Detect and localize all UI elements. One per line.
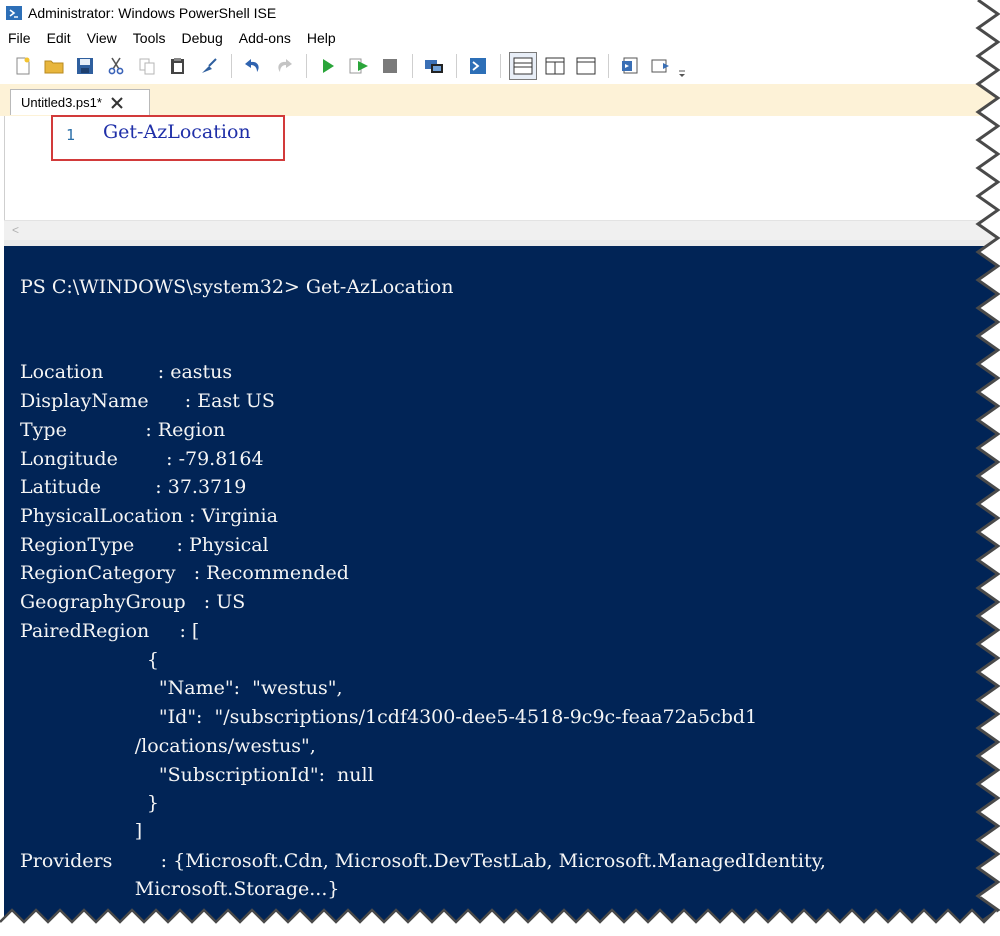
clear-icon bbox=[202, 58, 217, 73]
toolbar-separator bbox=[411, 54, 413, 78]
console-output-line: RegionCategory : Recommended bbox=[20, 562, 349, 584]
remote-icon bbox=[425, 60, 443, 73]
console-output-line: Providers : {Microsoft.Cdn, Microsoft.De… bbox=[20, 850, 826, 872]
console-output-line: "SubscriptionId": null bbox=[20, 764, 374, 786]
console-pane[interactable]: PS C:\WINDOWS\system32> Get-AzLocation Lo… bbox=[4, 246, 1000, 936]
torn-edge-bottom bbox=[0, 908, 1000, 936]
clear-pane-button[interactable] bbox=[196, 53, 222, 79]
console-output-line: PairedRegion : [ bbox=[20, 620, 200, 642]
console-output-line: } bbox=[20, 792, 159, 814]
menu-tools[interactable]: Tools bbox=[125, 30, 174, 46]
show-script-pane-top-button[interactable] bbox=[509, 52, 537, 80]
torn-edge-right bbox=[975, 0, 1000, 936]
console-output-line: Latitude : 37.3719 bbox=[20, 476, 247, 498]
command-addon-icon bbox=[622, 57, 638, 74]
menu-file[interactable]: File bbox=[0, 30, 39, 46]
cut-button[interactable] bbox=[103, 53, 129, 79]
stop-button[interactable] bbox=[377, 53, 403, 79]
cut-icon bbox=[108, 57, 124, 75]
copy-button[interactable] bbox=[134, 53, 160, 79]
menu-debug[interactable]: Debug bbox=[173, 30, 230, 46]
new-file-button[interactable] bbox=[10, 53, 36, 79]
annotation-highlight-box bbox=[51, 115, 285, 161]
menu-help[interactable]: Help bbox=[299, 30, 344, 46]
run-selection-icon bbox=[349, 58, 368, 74]
window-title: Administrator: Windows PowerShell ISE bbox=[28, 5, 277, 21]
show-script-pane-button[interactable] bbox=[648, 53, 674, 79]
undo-button[interactable] bbox=[240, 53, 266, 79]
paste-icon bbox=[171, 58, 184, 74]
menu-edit[interactable]: Edit bbox=[39, 30, 79, 46]
run-selection-button[interactable] bbox=[346, 53, 372, 79]
redo-icon bbox=[278, 59, 292, 72]
toolbar-separator bbox=[230, 54, 232, 78]
script-pane-icon bbox=[651, 59, 669, 73]
console-output-line: ] bbox=[20, 820, 143, 842]
console-output-line: /locations/westus", bbox=[20, 735, 316, 757]
pane-layout-max-icon bbox=[576, 57, 596, 75]
menu-view[interactable]: View bbox=[79, 30, 125, 46]
editor-horizontal-scrollbar[interactable]: < bbox=[4, 220, 1000, 241]
pane-layout-top-icon bbox=[513, 57, 533, 75]
powershell-app-icon bbox=[6, 6, 22, 20]
console-output-line: GeographyGroup : US bbox=[20, 591, 246, 613]
save-button[interactable] bbox=[72, 53, 98, 79]
powershell-icon bbox=[470, 58, 486, 74]
toolbar-separator bbox=[305, 54, 307, 78]
powershell-ise-window: Administrator: Windows PowerShell ISE Fi… bbox=[0, 0, 1000, 936]
redo-button[interactable] bbox=[271, 53, 297, 79]
open-button[interactable] bbox=[41, 53, 67, 79]
toolbar-separator bbox=[499, 54, 501, 78]
console-output-line: RegionType : Physical bbox=[20, 534, 269, 556]
scroll-left-icon[interactable]: < bbox=[12, 223, 19, 237]
console-output-line: Microsoft.Storage...} bbox=[20, 878, 340, 900]
console-output-line: "Name": "westus", bbox=[20, 677, 343, 699]
console-prompt-line: PS C:\WINDOWS\system32> Get-AzLocation bbox=[20, 276, 454, 298]
title-bar: Administrator: Windows PowerShell ISE bbox=[0, 0, 1000, 26]
show-script-pane-max-button[interactable] bbox=[573, 53, 599, 79]
copy-icon bbox=[139, 58, 155, 75]
console-output-line: PhysicalLocation : Virginia bbox=[20, 505, 278, 527]
toolbar-separator bbox=[607, 54, 609, 78]
save-icon bbox=[77, 58, 93, 74]
start-powershell-button[interactable] bbox=[465, 53, 491, 79]
undo-icon bbox=[245, 59, 259, 72]
console-output-line: Type : Region bbox=[20, 419, 226, 441]
new-remote-tab-button[interactable] bbox=[421, 53, 447, 79]
menu-bar: File Edit View Tools Debug Add-ons Help bbox=[0, 27, 344, 49]
console-output-line: Longitude : -79.8164 bbox=[20, 448, 264, 470]
console-output-line: Location : eastus bbox=[20, 361, 233, 383]
show-command-addon-button[interactable] bbox=[617, 53, 643, 79]
console-output-line: DisplayName : East US bbox=[20, 390, 275, 412]
toolbar-separator bbox=[455, 54, 457, 78]
close-icon[interactable] bbox=[110, 96, 124, 110]
script-tab-strip: Untitled3.ps1* bbox=[0, 84, 1000, 116]
toolbar bbox=[0, 49, 1000, 83]
paste-button[interactable] bbox=[165, 53, 191, 79]
console-output-line: { bbox=[20, 649, 159, 671]
show-script-pane-right-button[interactable] bbox=[542, 53, 568, 79]
tab-label: Untitled3.ps1* bbox=[21, 95, 102, 110]
run-script-button[interactable] bbox=[315, 53, 341, 79]
toolbar-overflow[interactable] bbox=[677, 53, 687, 79]
new-file-icon bbox=[16, 57, 30, 75]
stop-icon bbox=[383, 59, 397, 73]
open-folder-icon bbox=[44, 60, 64, 74]
run-icon bbox=[323, 59, 334, 73]
toolbar-more-icon bbox=[678, 70, 685, 77]
tab-untitled3[interactable]: Untitled3.ps1* bbox=[10, 89, 150, 115]
console-output-line: "Id": "/subscriptions/1cdf4300-dee5-4518… bbox=[20, 706, 758, 728]
menu-addons[interactable]: Add-ons bbox=[231, 30, 299, 46]
pane-layout-right-icon bbox=[545, 57, 565, 75]
